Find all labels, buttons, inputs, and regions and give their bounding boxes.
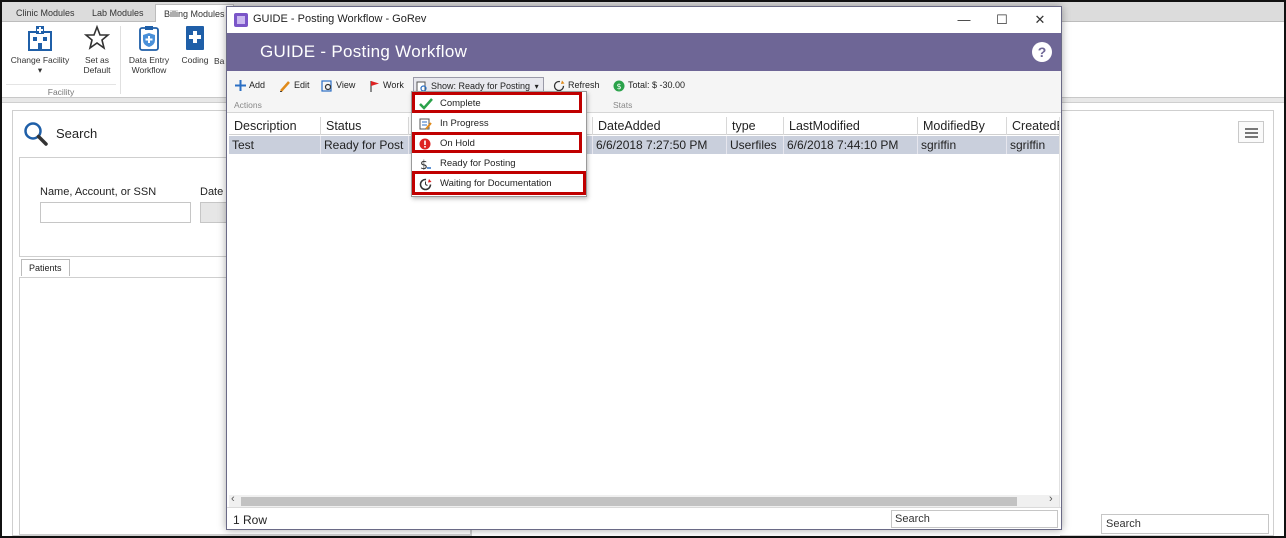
search-panel-title: Search <box>56 126 98 141</box>
chevron-down-icon: ▾ <box>37 65 43 75</box>
highlight-on-hold <box>412 132 582 153</box>
column-lastmodified[interactable]: LastModified <box>784 117 918 135</box>
name-account-ssn-label: Name, Account, or SSN <box>40 186 157 198</box>
pencil-icon <box>280 80 290 92</box>
set-default-line2: Default <box>83 65 111 75</box>
add-button[interactable]: Add <box>235 77 265 93</box>
view-button[interactable]: View <box>321 77 355 93</box>
edit-label: Edit <box>294 80 310 90</box>
cell-lastmodified: 6/6/2018 7:44:10 PM <box>784 136 918 154</box>
svg-text:$: $ <box>420 158 428 170</box>
close-button[interactable]: ✕ <box>1021 9 1059 31</box>
ba-label: Ba <box>214 56 225 66</box>
star-icon <box>84 24 110 50</box>
menu-icon[interactable] <box>1238 121 1264 143</box>
add-label: Add <box>249 80 266 90</box>
chevron-down-icon: ▾ <box>534 82 539 91</box>
stats-group-label: Stats <box>613 100 633 110</box>
dollar-icon: $ <box>420 158 431 170</box>
background-search-input[interactable]: Search <box>1101 514 1269 534</box>
cell-description: Test <box>229 136 321 154</box>
column-type[interactable]: type <box>727 117 784 135</box>
highlight-complete <box>412 92 582 113</box>
grid-right-border <box>1059 117 1060 507</box>
set-default-button[interactable]: Set as Default <box>78 24 116 75</box>
view-document-icon <box>321 80 332 92</box>
data-entry-line2: Workflow <box>131 65 167 75</box>
total-stat: $ Total: $ -30.00 <box>613 77 685 93</box>
posting-workflow-window: GUIDE - Posting Workflow - GoRev — ☐ ✕ G… <box>226 6 1062 530</box>
table-row[interactable]: Test Ready for Post 6/6/2018 7:27:50 PM … <box>229 136 1059 154</box>
total-label: Total: $ -30.00 <box>628 80 686 90</box>
show-filter-label: Show: Ready for Posting <box>431 81 531 91</box>
clipboard-shield-icon <box>139 26 159 51</box>
refresh-icon <box>553 80 565 91</box>
horizontal-scrollbar[interactable]: ‹ › <box>229 493 1059 507</box>
change-facility-label: Change Facility <box>10 55 70 65</box>
medical-book-icon <box>186 26 204 50</box>
work-button[interactable]: Work <box>369 77 404 93</box>
window-titlebar: GUIDE - Posting Workflow - GoRev — ☐ ✕ <box>227 7 1061 33</box>
gorev-logo-icon <box>234 13 248 27</box>
cell-dateadded: 6/6/2018 7:27:50 PM <box>593 136 727 154</box>
highlight-waiting-for-documentation <box>412 171 586 195</box>
scroll-right-icon[interactable]: › <box>1049 493 1053 505</box>
cell-modifiedby: sgriffin <box>918 136 1007 154</box>
cell-type: Userfiles <box>727 136 784 154</box>
workflow-toolbar: Add Edit View Work Show: Ready for Posti… <box>227 71 1061 113</box>
change-facility-button[interactable]: Change Facility ▾ <box>6 24 74 75</box>
ribbon-group-facility: Facility <box>6 84 116 97</box>
refresh-label: Refresh <box>568 80 600 90</box>
column-dateadded[interactable]: DateAdded <box>593 117 727 135</box>
help-icon[interactable]: ? <box>1032 42 1052 62</box>
grid-footer: 1 Row Search <box>227 507 1061 529</box>
cell-createdby: sgriffin <box>1010 138 1046 152</box>
column-modifiedby[interactable]: ModifiedBy <box>918 117 1007 135</box>
column-createdby[interactable]: CreatedB <box>1007 117 1059 135</box>
column-status[interactable]: Status <box>321 117 409 135</box>
note-icon <box>419 118 432 130</box>
tab-lab-modules[interactable]: Lab Modules <box>84 4 152 22</box>
ribbon-separator <box>120 26 121 94</box>
grid-header: Description Status DateAdded type LastMo… <box>229 117 1059 135</box>
hospital-icon <box>28 26 52 51</box>
set-default-line1: Set as <box>84 55 110 65</box>
workflow-grid: Description Status DateAdded type LastMo… <box>229 117 1059 497</box>
window-title: GUIDE - Posting Workflow - GoRev <box>253 13 427 25</box>
view-label: View <box>336 80 356 90</box>
cell-status: Ready for Post <box>321 136 409 154</box>
data-entry-line1: Data Entry <box>128 55 170 65</box>
scroll-left-icon[interactable]: ‹ <box>231 493 235 505</box>
name-account-ssn-input[interactable] <box>40 202 191 223</box>
grid-search-input[interactable]: Search <box>891 510 1058 528</box>
plus-icon <box>235 80 246 92</box>
coding-label: Coding <box>181 55 209 65</box>
tab-billing-modules[interactable]: Billing Modules <box>155 4 234 23</box>
dollar-coin-icon: $ <box>613 80 625 92</box>
svg-text:$: $ <box>616 82 621 91</box>
edit-button[interactable]: Edit <box>279 77 310 93</box>
coding-button[interactable]: Coding <box>178 24 212 65</box>
flag-icon <box>370 80 379 92</box>
tab-clinic-modules[interactable]: Clinic Modules <box>8 4 83 22</box>
menu-item-label: In Progress <box>440 118 489 129</box>
right-panel <box>1060 110 1274 536</box>
column-description[interactable]: Description <box>229 117 321 135</box>
workflow-header: GUIDE - Posting Workflow ? <box>227 33 1061 71</box>
workflow-header-title: GUIDE - Posting Workflow <box>260 42 468 61</box>
data-entry-workflow-button[interactable]: Data Entry Workflow <box>124 24 174 75</box>
work-label: Work <box>383 80 404 90</box>
menu-item-in-progress[interactable]: In Progress <box>412 115 588 133</box>
tab-patients[interactable]: Patients <box>21 259 70 276</box>
scrollbar-thumb[interactable] <box>241 497 1017 506</box>
minimize-button[interactable]: — <box>945 9 983 31</box>
search-icon <box>24 122 48 146</box>
maximize-button[interactable]: ☐ <box>983 9 1021 31</box>
row-count: 1 Row <box>233 513 268 527</box>
actions-group-label: Actions <box>234 100 262 110</box>
